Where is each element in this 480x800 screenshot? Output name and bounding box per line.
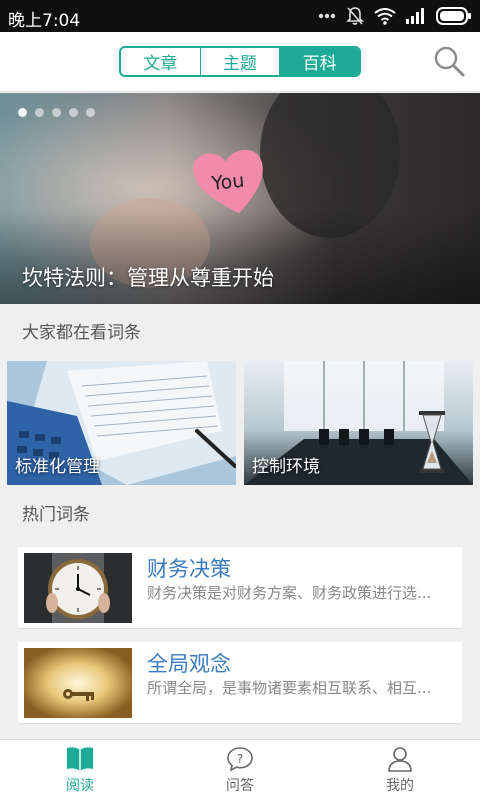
key-image — [24, 648, 132, 718]
list-item-desc: 所谓全局，是事物诸要素相互联系、相互... — [147, 679, 432, 697]
list-thumb-clock — [24, 553, 132, 623]
banner-dot[interactable] — [86, 108, 95, 117]
wifi-icon — [374, 8, 396, 25]
list-item-title: 全局观念 — [147, 652, 231, 676]
tab-articles[interactable]: 文章 — [121, 48, 201, 75]
bottom-tabbar: 阅读 ? 问答 我的 — [0, 739, 480, 800]
banner-dot[interactable] — [35, 108, 44, 117]
status-icons — [318, 5, 472, 27]
tab-label: 阅读 — [66, 777, 94, 794]
top-header: 文章 主题 百科 — [0, 32, 480, 92]
list-thumb-key — [24, 648, 132, 718]
segmented-tabs: 文章 主题 百科 — [119, 46, 361, 77]
banner-title[interactable]: 坎特法则：管理从尊重开始 — [22, 262, 274, 292]
section-title-popular: 大家都在看词条 — [22, 323, 141, 343]
status-bar: 晚上7:04 — [0, 0, 480, 32]
book-icon — [67, 746, 93, 771]
list-item-title: 财务决策 — [147, 557, 231, 581]
dots-icon — [318, 13, 336, 19]
question-bubble-icon: ? — [227, 746, 253, 771]
card-standardization[interactable]: 标准化管理 — [7, 361, 236, 485]
tab-encyclopedia[interactable]: 百科 — [280, 48, 359, 75]
user-icon — [388, 746, 412, 772]
list-item[interactable]: 财务决策 财务决策是对财务方案、财务政策进行选... — [18, 547, 462, 629]
battery-icon — [436, 7, 471, 25]
status-time: 晚上7:04 — [8, 11, 81, 31]
svg-text:You: You — [209, 170, 245, 195]
tab-topics[interactable]: 主题 — [201, 48, 281, 75]
search-icon[interactable] — [432, 44, 466, 78]
banner-dot[interactable] — [69, 108, 78, 117]
card-control-environment[interactable]: 控制环境 — [244, 361, 473, 485]
svg-text:?: ? — [237, 752, 243, 766]
tab-label: 问答 — [226, 777, 254, 794]
banner-pagination — [18, 108, 95, 117]
tab-mine[interactable]: 我的 — [320, 740, 480, 800]
mute-icon — [346, 7, 364, 25]
card-label: 控制环境 — [252, 457, 320, 477]
card-label: 标准化管理 — [15, 457, 100, 477]
tab-read[interactable]: 阅读 — [0, 740, 160, 800]
banner-dot[interactable] — [18, 108, 27, 117]
clock-image — [24, 553, 132, 623]
list-item[interactable]: 全局观念 所谓全局，是事物诸要素相互联系、相互... — [18, 642, 462, 724]
signal-icon — [406, 8, 424, 24]
list-item-desc: 财务决策是对财务方案、财务政策进行选... — [147, 584, 432, 602]
tab-qa[interactable]: ? 问答 — [160, 740, 320, 800]
section-title-hot: 热门词条 — [22, 505, 90, 525]
tab-label: 我的 — [386, 777, 414, 794]
banner-dot[interactable] — [52, 108, 61, 117]
